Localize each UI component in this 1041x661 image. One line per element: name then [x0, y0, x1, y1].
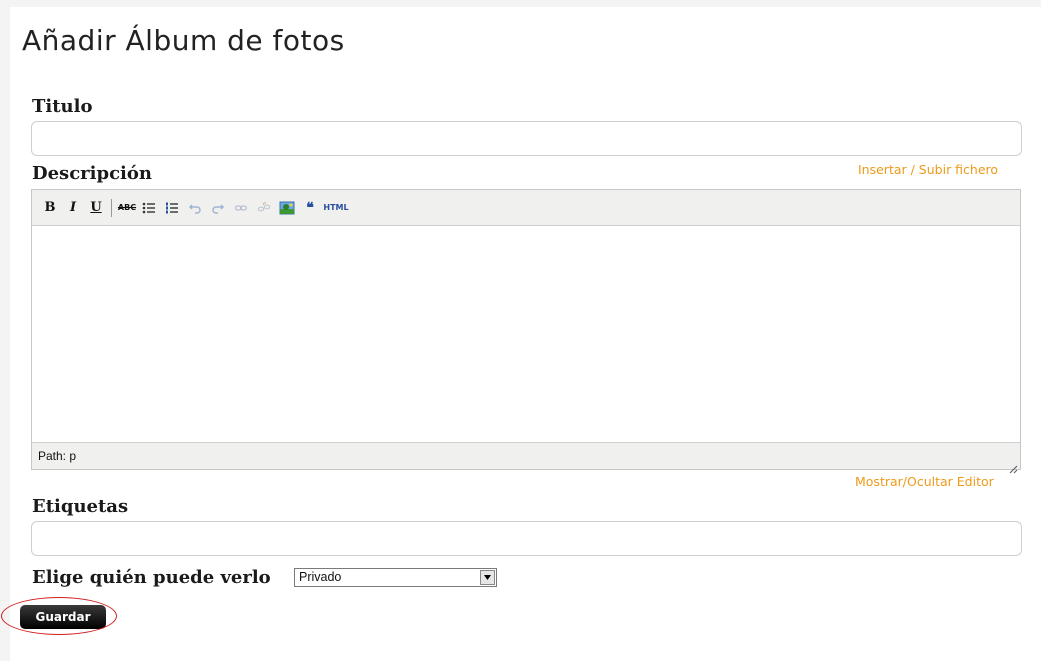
save-button[interactable]: Guardar: [20, 605, 106, 629]
editor-toolbar: B I U ABC ❝ HTML: [32, 190, 1020, 226]
undo-icon[interactable]: [185, 198, 205, 218]
visibility-select[interactable]: Privado: [294, 568, 497, 587]
italic-button[interactable]: I: [63, 198, 83, 218]
strikethrough-button[interactable]: ABC: [118, 198, 136, 218]
link-icon[interactable]: [231, 198, 251, 218]
page-title: Añadir Álbum de fotos: [22, 24, 345, 57]
visibility-selected-value: Privado: [299, 570, 342, 584]
blockquote-icon[interactable]: ❝: [300, 198, 320, 218]
html-source-button[interactable]: HTML: [323, 198, 349, 218]
bullet-list-icon[interactable]: [139, 198, 159, 218]
editor-content-area[interactable]: [32, 226, 1020, 443]
numbered-list-icon[interactable]: [162, 198, 182, 218]
underline-button[interactable]: U: [86, 198, 106, 218]
unlink-icon[interactable]: [254, 198, 274, 218]
rich-text-editor: B I U ABC ❝ HTML Path: p: [31, 189, 1021, 474]
tags-label: Etiquetas: [32, 496, 129, 517]
bold-button[interactable]: B: [40, 198, 60, 218]
editor-path: Path: p: [38, 449, 77, 463]
redo-icon[interactable]: [208, 198, 228, 218]
title-label: Titulo: [32, 96, 93, 117]
description-label: Descripción: [32, 163, 152, 184]
toolbar-separator: [111, 198, 112, 217]
toggle-editor-link[interactable]: Mostrar/Ocultar Editor: [855, 474, 994, 489]
title-input[interactable]: [31, 121, 1022, 156]
dropdown-arrow-icon[interactable]: [480, 570, 495, 585]
resize-handle-icon[interactable]: [1008, 457, 1018, 474]
insert-upload-file-link[interactable]: Insertar / Subir fichero: [858, 162, 998, 177]
tags-input[interactable]: [31, 521, 1022, 556]
insert-image-icon[interactable]: [277, 198, 297, 218]
editor-statusbar: Path: p: [32, 442, 1020, 474]
visibility-label: Elige quién puede verlo: [32, 567, 271, 588]
